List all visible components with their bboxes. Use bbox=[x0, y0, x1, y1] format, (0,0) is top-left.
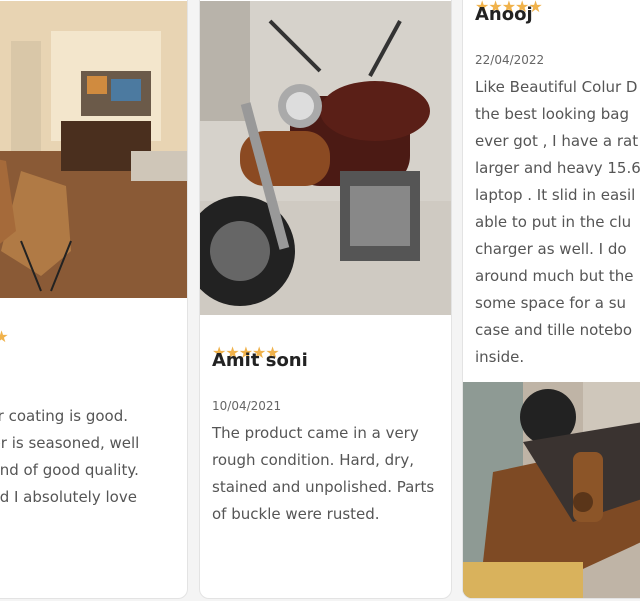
review-text: ower coating is good.ather is seasoned, … bbox=[0, 407, 140, 506]
review-card: ★★ dra 016 ower coating is good.ather is… bbox=[0, 0, 188, 599]
rating-stars: ★★ bbox=[0, 329, 9, 345]
review-card: ★★★★★ Amit soni 10/04/2021 The product c… bbox=[199, 0, 452, 599]
reviewer-name: dra bbox=[0, 333, 1, 354]
review-text: The product came in a very rough conditio… bbox=[212, 424, 435, 523]
review-text: Like Beautiful Colur Dthe best looking b… bbox=[475, 78, 640, 366]
review-date: 10/04/2021 bbox=[212, 399, 282, 413]
review-photo[interactable] bbox=[463, 382, 640, 598]
review-date: 22/04/2022 bbox=[475, 53, 545, 67]
reviewer-name: Amit soni bbox=[212, 350, 308, 371]
review-photo[interactable] bbox=[0, 1, 187, 298]
reviewer-name: Anooj bbox=[475, 4, 533, 25]
review-photo[interactable] bbox=[200, 1, 451, 315]
review-card: ★★★★★ Anooj 22/04/2022 Like Beautiful Co… bbox=[462, 0, 640, 599]
